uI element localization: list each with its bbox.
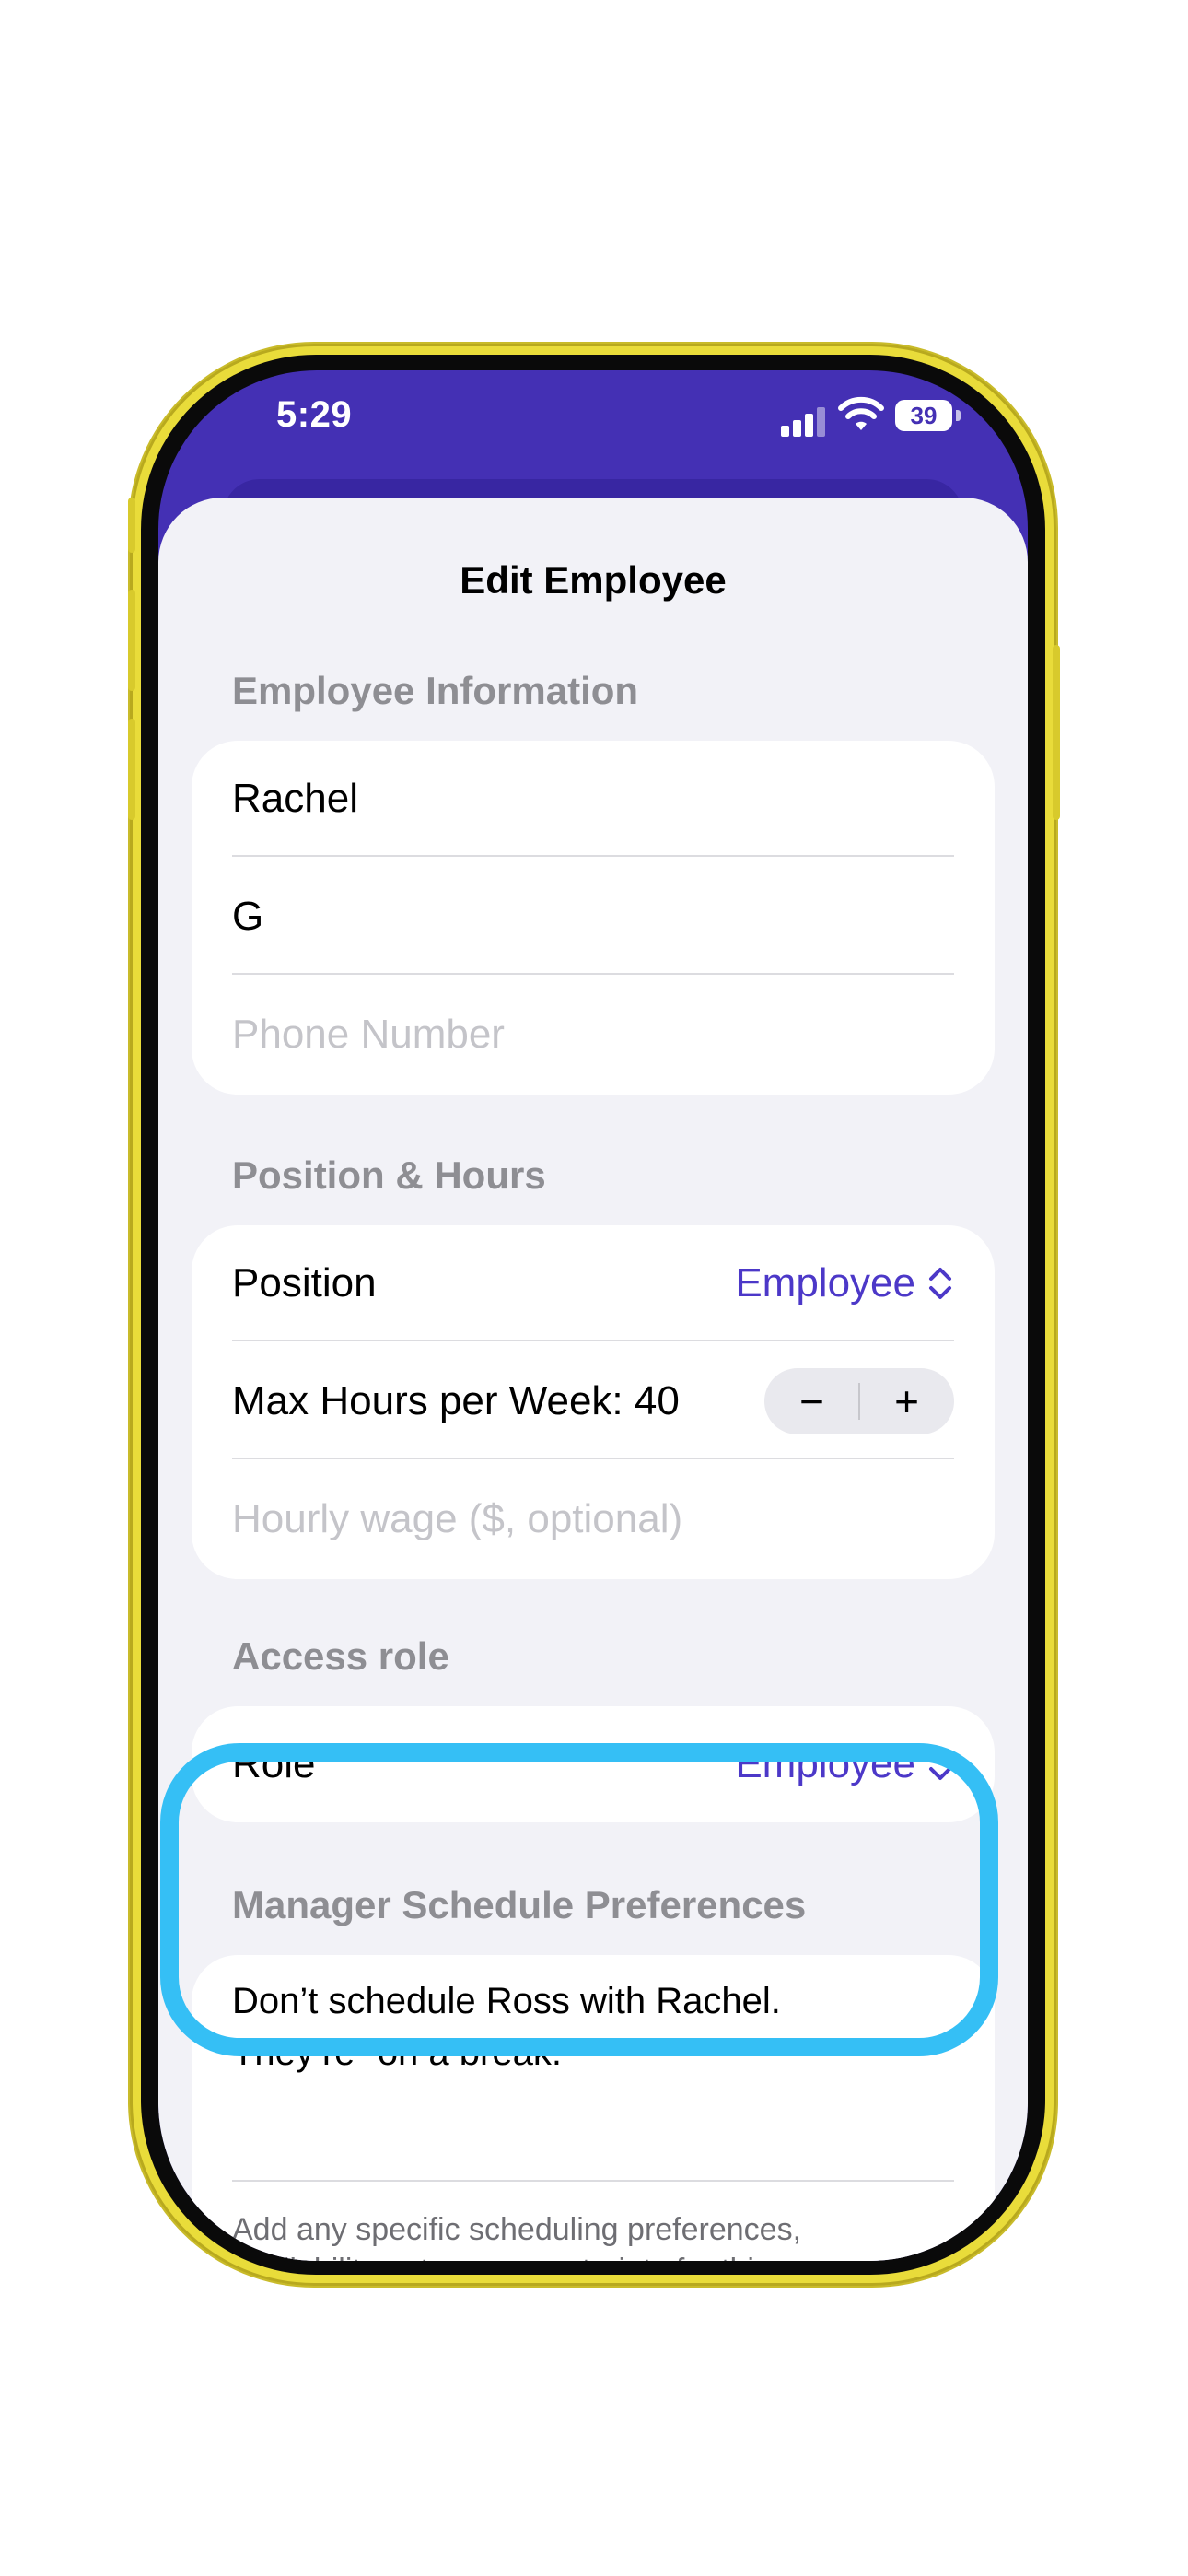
role-row[interactable]: Role Employee bbox=[232, 1706, 954, 1822]
side-button bbox=[128, 498, 135, 553]
max-hours-row: Max Hours per Week: 40 − + bbox=[232, 1343, 954, 1459]
edit-employee-sheet: Edit Employee Employee Information Rache… bbox=[158, 498, 1028, 2261]
first-name-value: Rachel bbox=[232, 776, 358, 821]
last-name-value: G bbox=[232, 894, 264, 939]
role-picker-value: Employee bbox=[735, 1741, 915, 1786]
section-header-employee-information: Employee Information bbox=[232, 669, 639, 712]
last-name-field[interactable]: G bbox=[232, 859, 954, 975]
chevron-up-down-icon bbox=[929, 1749, 951, 1780]
hourly-wage-placeholder: Hourly wage ($, optional) bbox=[232, 1496, 683, 1541]
power-button bbox=[1053, 645, 1060, 820]
chevron-up-down-icon bbox=[929, 1268, 951, 1299]
position-picker[interactable]: Employee bbox=[735, 1260, 954, 1306]
section-header-access-role: Access role bbox=[232, 1634, 449, 1678]
minus-icon: − bbox=[799, 1377, 824, 1425]
volume-down-button bbox=[128, 719, 135, 820]
status-time: 5:29 bbox=[276, 394, 353, 435]
wifi-icon bbox=[838, 396, 884, 430]
cellular-signal-icon bbox=[781, 407, 829, 437]
preferences-divider bbox=[232, 2180, 954, 2182]
section-header-position-hours: Position & Hours bbox=[232, 1153, 546, 1197]
hourly-wage-field[interactable]: Hourly wage ($, optional) bbox=[232, 1461, 954, 1577]
battery-cap bbox=[956, 410, 961, 421]
position-row[interactable]: Position Employee bbox=[232, 1225, 954, 1341]
phone-number-field[interactable]: Phone Number bbox=[232, 977, 954, 1093]
role-picker[interactable]: Employee bbox=[735, 1741, 954, 1787]
phone-number-placeholder: Phone Number bbox=[232, 1012, 505, 1057]
position-label: Position bbox=[232, 1260, 377, 1306]
employee-information-card: Rachel G Phone Number bbox=[192, 741, 995, 1095]
position-picker-value: Employee bbox=[735, 1260, 915, 1306]
position-hours-card: Position Employee Max Hours per Week: 40… bbox=[192, 1225, 995, 1579]
access-role-card: Role Employee bbox=[192, 1706, 995, 1822]
battery-icon: 39 bbox=[895, 400, 952, 431]
note-line-2: They’re “on a break.” bbox=[232, 2032, 575, 2073]
max-hours-label: Max Hours per Week: 40 bbox=[232, 1378, 680, 1423]
volume-up-button bbox=[128, 590, 135, 691]
max-hours-stepper[interactable]: − + bbox=[764, 1368, 954, 1434]
phone-screen: 5:29 39 Edit Employee Employee Informati… bbox=[158, 370, 1028, 2261]
note-line-1: Don’t schedule Ross with Rachel. bbox=[232, 1981, 781, 2021]
role-label: Role bbox=[232, 1741, 316, 1786]
first-name-field[interactable]: Rachel bbox=[232, 741, 954, 857]
increment-button[interactable]: + bbox=[859, 1368, 954, 1434]
section-header-manager-preferences: Manager Schedule Preferences bbox=[232, 1883, 807, 1926]
decrement-button[interactable]: − bbox=[764, 1368, 859, 1434]
page-title: Edit Employee bbox=[460, 558, 727, 602]
plus-icon: + bbox=[894, 1377, 919, 1425]
manager-preferences-textarea[interactable]: Don’t schedule Ross with Rachel. They’re… bbox=[232, 1975, 969, 2078]
stepper-divider bbox=[858, 1383, 860, 1420]
preferences-footer-text: Add any specific scheduling preferences,… bbox=[232, 2212, 802, 2261]
